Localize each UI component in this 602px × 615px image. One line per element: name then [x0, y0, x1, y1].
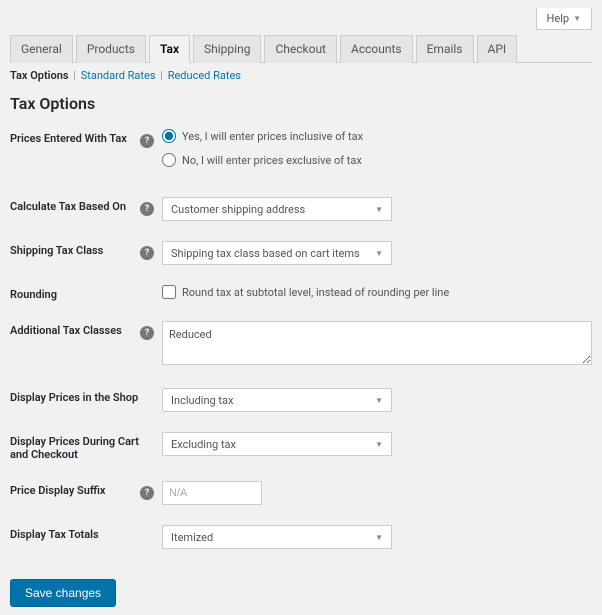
select-calculate-on[interactable]: Customer shipping address ▼: [162, 197, 392, 221]
select-totals[interactable]: Itemized ▼: [162, 525, 392, 549]
checkbox-rounding-input[interactable]: [162, 285, 176, 299]
select-shipping-class-value: Shipping tax class based on cart items: [171, 247, 360, 260]
page-title: Tax Options: [10, 94, 592, 113]
checkbox-rounding-label: Round tax at subtotal level, instead of …: [182, 286, 449, 299]
checkbox-rounding[interactable]: Round tax at subtotal level, instead of …: [162, 285, 592, 299]
label-additional-classes: Additional Tax Classes: [10, 321, 140, 337]
subnav-standard-rates[interactable]: Standard Rates: [81, 69, 156, 82]
help-icon[interactable]: ?: [140, 202, 154, 216]
label-rounding: Rounding: [10, 285, 140, 301]
label-calculate-on: Calculate Tax Based On: [10, 197, 140, 213]
help-icon[interactable]: ?: [140, 134, 154, 148]
tab-general[interactable]: General: [10, 35, 73, 63]
label-display-cart: Display Prices During Cart and Checkout: [10, 432, 140, 461]
textarea-additional-classes[interactable]: [162, 321, 592, 365]
tab-api[interactable]: API: [477, 35, 518, 63]
select-calculate-on-value: Customer shipping address: [171, 203, 305, 216]
chevron-down-icon: ▼: [573, 14, 581, 23]
radio-inclusive-label: Yes, I will enter prices inclusive of ta…: [182, 130, 363, 143]
label-display-shop: Display Prices in the Shop: [10, 388, 140, 404]
chevron-down-icon: ▼: [375, 440, 383, 449]
label-totals: Display Tax Totals: [10, 525, 140, 541]
chevron-down-icon: ▼: [375, 249, 383, 258]
tab-tax[interactable]: Tax: [149, 35, 190, 63]
label-shipping-class: Shipping Tax Class: [10, 241, 140, 257]
select-display-shop[interactable]: Including tax ▼: [162, 388, 392, 412]
radio-exclusive[interactable]: No, I will enter prices exclusive of tax: [162, 153, 592, 167]
radio-exclusive-label: No, I will enter prices exclusive of tax: [182, 154, 362, 167]
select-shipping-class[interactable]: Shipping tax class based on cart items ▼: [162, 241, 392, 265]
help-tab[interactable]: Help ▼: [536, 8, 592, 30]
tab-shipping[interactable]: Shipping: [193, 35, 261, 63]
radio-exclusive-input[interactable]: [162, 153, 176, 167]
tab-emails[interactable]: Emails: [416, 35, 474, 63]
label-suffix: Price Display Suffix: [10, 481, 140, 497]
chevron-down-icon: ▼: [375, 533, 383, 542]
help-icon[interactable]: ?: [140, 486, 154, 500]
radio-inclusive[interactable]: Yes, I will enter prices inclusive of ta…: [162, 129, 592, 143]
select-display-cart-value: Excluding tax: [171, 438, 236, 451]
subnav-reduced-rates[interactable]: Reduced Rates: [168, 69, 241, 82]
select-totals-value: Itemized: [171, 531, 213, 544]
tab-accounts[interactable]: Accounts: [340, 35, 413, 63]
chevron-down-icon: ▼: [375, 396, 383, 405]
sub-navigation: Tax Options | Standard Rates | Reduced R…: [10, 69, 592, 82]
tab-checkout[interactable]: Checkout: [264, 35, 337, 63]
radio-inclusive-input[interactable]: [162, 129, 176, 143]
subnav-tax-options[interactable]: Tax Options: [10, 69, 69, 82]
help-icon[interactable]: ?: [140, 326, 154, 340]
input-suffix[interactable]: [162, 481, 262, 505]
chevron-down-icon: ▼: [375, 205, 383, 214]
select-display-shop-value: Including tax: [171, 394, 233, 407]
nav-tabs: General Products Tax Shipping Checkout A…: [10, 34, 592, 63]
help-label: Help: [547, 12, 570, 25]
tab-products[interactable]: Products: [76, 35, 146, 63]
help-icon[interactable]: ?: [140, 246, 154, 260]
select-display-cart[interactable]: Excluding tax ▼: [162, 432, 392, 456]
save-button[interactable]: Save changes: [10, 579, 116, 607]
label-prices-entered: Prices Entered With Tax: [10, 129, 140, 145]
